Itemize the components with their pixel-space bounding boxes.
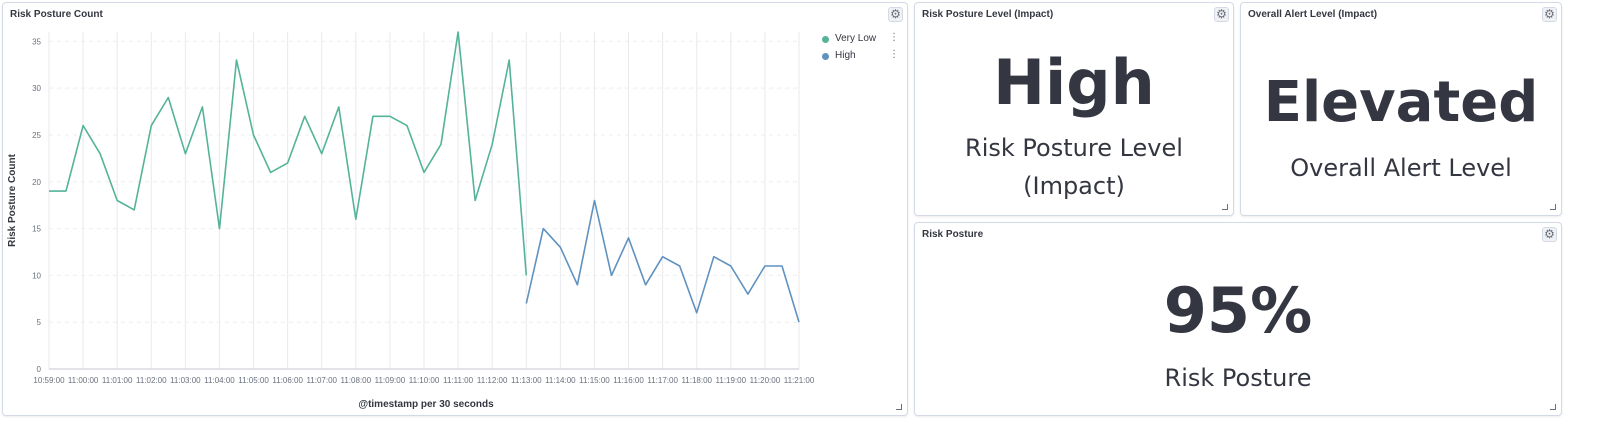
metric-value: High xyxy=(993,46,1155,119)
x-tick-label: 11:06:00 xyxy=(272,376,303,385)
resize-handle-icon[interactable] xyxy=(1550,404,1556,410)
x-tick-label: 11:08:00 xyxy=(341,376,372,385)
x-tick-label: 11:04:00 xyxy=(204,376,235,385)
y-tick-label: 25 xyxy=(32,131,41,140)
x-tick-label: 11:11:00 xyxy=(443,376,474,385)
resize-handle-icon[interactable] xyxy=(1550,204,1556,210)
risk-posture-count-panel: Risk Posture Count ⚙ 0 5 10 15 20 25 30 35 10:59… xyxy=(2,2,908,416)
line-chart: 0510152025303510:59:00 11:00:00 11:01:00 11… xyxy=(7,31,815,410)
y-tick-label: 5 xyxy=(37,318,42,327)
y-tick-label: 35 xyxy=(32,37,41,46)
x-tick-label: 11:19:00 xyxy=(716,376,747,385)
gear-icon[interactable]: ⚙ xyxy=(1542,7,1557,22)
x-tick-label: 11:13:00 xyxy=(511,376,542,385)
x-tick-label: 11:18:00 xyxy=(681,376,712,385)
legend-dot-high xyxy=(822,53,829,60)
legend-dot-very-low xyxy=(822,36,829,43)
risk-posture-level-panel: Risk Posture Level (Impact) ⚙ High Risk … xyxy=(914,2,1234,216)
y-axis-title: Risk Posture Count xyxy=(7,153,18,246)
resize-handle-icon[interactable] xyxy=(896,404,902,410)
x-tick-label: 11:15:00 xyxy=(579,376,610,385)
panel-title: Risk Posture Level (Impact) xyxy=(922,9,1054,20)
metric-value: 95% xyxy=(1163,274,1313,347)
x-tick-label: 11:17:00 xyxy=(647,376,678,385)
gear-icon[interactable]: ⚙ xyxy=(1214,7,1229,22)
y-tick-label: 10 xyxy=(32,271,41,280)
y-tick-label: 20 xyxy=(32,178,41,187)
x-axis-title: @timestamp per 30 seconds xyxy=(358,399,494,410)
x-tick-label: 10:59:00 xyxy=(33,376,65,385)
y-tick-label: 0 xyxy=(37,365,42,374)
risk-posture-panel: Risk Posture ⚙ 95% Risk Posture xyxy=(914,222,1562,416)
x-tick-label: 11:07:00 xyxy=(306,376,337,385)
x-tick-label: 11:03:00 xyxy=(170,376,201,385)
overall-alert-level-panel: Overall Alert Level (Impact) ⚙ Elevated … xyxy=(1240,2,1562,216)
x-tick-label: 11:00:00 xyxy=(68,376,99,385)
metric-value: Elevated xyxy=(1263,70,1539,135)
y-tick-label: 30 xyxy=(32,84,41,93)
legend-item-high[interactable]: High xyxy=(835,50,856,61)
more-options-icon[interactable]: ⋮ xyxy=(889,32,899,43)
x-tick-label: 11:14:00 xyxy=(545,376,576,385)
x-tick-label: 11:16:00 xyxy=(613,376,644,385)
panel-title: Overall Alert Level (Impact) xyxy=(1248,9,1378,20)
metric-label-line2: (Impact) xyxy=(1023,172,1125,200)
panel-title: Risk Posture xyxy=(922,229,984,240)
x-tick-label: 11:01:00 xyxy=(102,376,133,385)
metric-label: Overall Alert Level xyxy=(1290,154,1512,182)
legend-item-very-low[interactable]: Very Low xyxy=(835,33,876,44)
resize-handle-icon[interactable] xyxy=(1222,204,1228,210)
y-tick-label: 15 xyxy=(32,225,41,234)
metric-label: Risk Posture xyxy=(1164,364,1312,392)
x-tick-label: 11:21:00 xyxy=(784,376,815,385)
more-options-icon[interactable]: ⋮ xyxy=(889,49,899,60)
x-tick-label: 11:20:00 xyxy=(750,376,781,385)
gear-icon[interactable]: ⚙ xyxy=(1542,227,1557,242)
x-tick-label: 11:10:00 xyxy=(409,376,440,385)
x-tick-label: 11:12:00 xyxy=(477,376,508,385)
x-tick-label: 11:09:00 xyxy=(375,376,406,385)
x-tick-label: 11:02:00 xyxy=(136,376,167,385)
metric-label-line1: Risk Posture Level xyxy=(965,134,1183,162)
x-tick-label: 11:05:00 xyxy=(238,376,269,385)
